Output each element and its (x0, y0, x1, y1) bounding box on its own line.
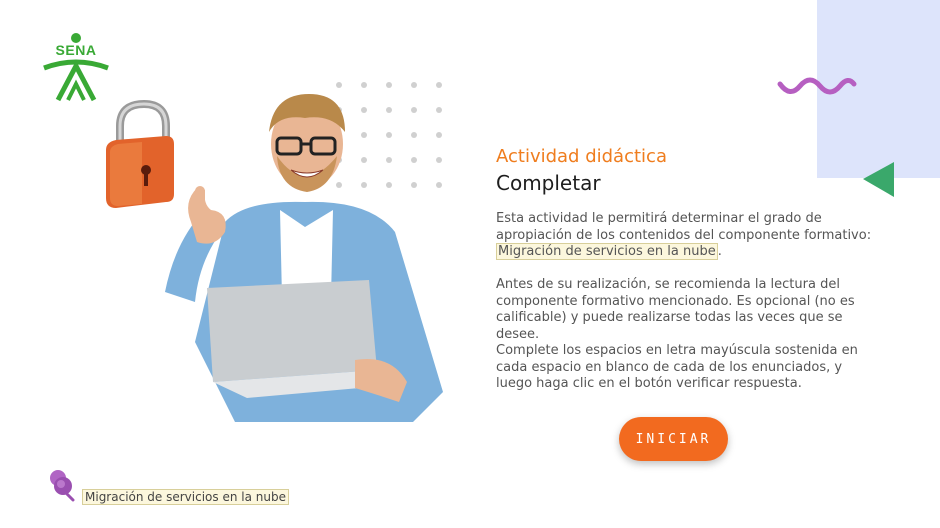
recommendation-paragraph: Antes de su realización, se recomienda l… (496, 277, 855, 342)
component-name-highlight: Migración de servicios en la nube (496, 243, 718, 260)
wave-icon (776, 72, 858, 100)
instructions-paragraph: Complete los espacios en letra mayúscula… (496, 343, 858, 391)
triangle-icon (861, 160, 895, 198)
intro-text: Esta actividad le permitirá determinar e… (496, 211, 872, 243)
intro-end: . (717, 244, 722, 259)
logo-text: SENA (55, 42, 97, 58)
person-with-laptop-image (155, 92, 450, 422)
footer-component-label: Migración de servicios en la nube (82, 489, 289, 505)
activity-subtitle: Actividad didáctica (496, 146, 667, 167)
intro-paragraph: Esta actividad le permitirá determinar e… (496, 211, 882, 261)
sena-logo-icon: SENA (40, 32, 112, 104)
pushpin-icon (48, 468, 76, 502)
start-button[interactable]: INICIAR (619, 417, 728, 461)
activity-title: Completar (496, 171, 601, 195)
